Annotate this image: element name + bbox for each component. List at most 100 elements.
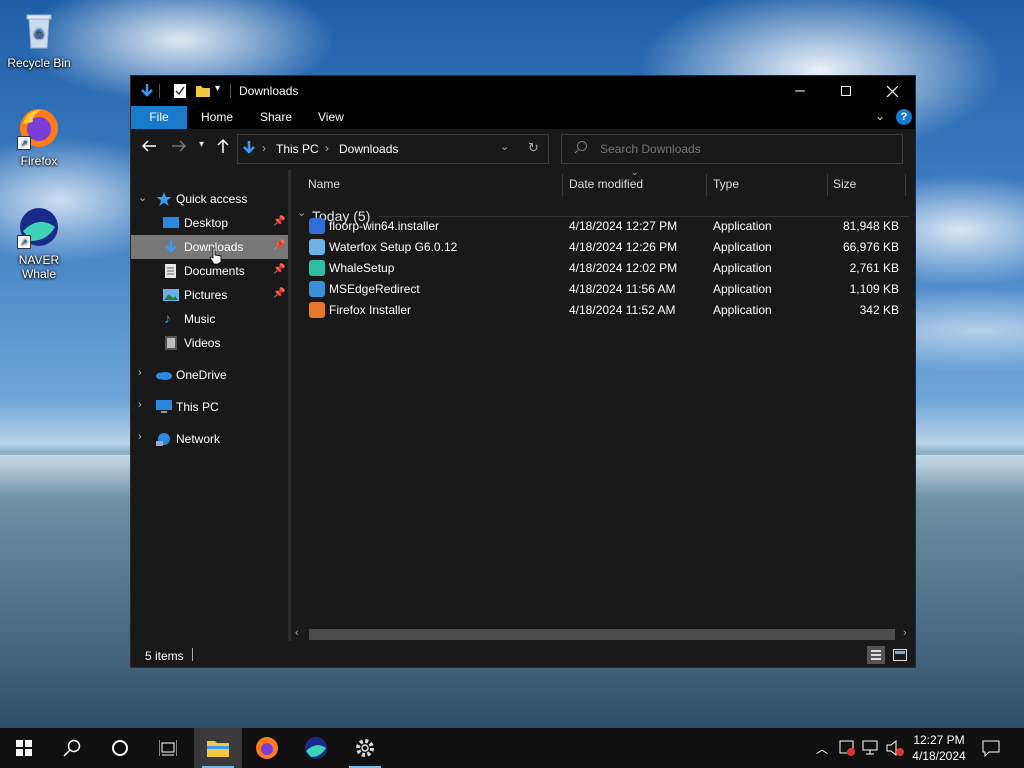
nav-onedrive[interactable]: › OneDrive: [131, 363, 288, 387]
task-view-button[interactable]: [144, 728, 192, 768]
up-button[interactable]: [216, 138, 230, 157]
large-icons-view-button[interactable]: [891, 646, 909, 664]
navigation-bar: ▾ › This PC › Downloads ⌄ ↻: [131, 129, 915, 169]
recent-locations-icon[interactable]: ▾: [199, 139, 204, 150]
customize-toolbar-icon[interactable]: ▾: [215, 83, 220, 99]
pin-icon: 📌: [273, 288, 286, 299]
file-size: 342 KB: [859, 303, 899, 317]
system-clock[interactable]: 12:27 PM 4/18/2024: [908, 732, 970, 764]
close-button[interactable]: [869, 76, 915, 106]
minimize-icon: [795, 90, 805, 92]
taskbar-file-explorer[interactable]: [194, 728, 242, 768]
search-input[interactable]: [598, 139, 892, 159]
taskbar-settings[interactable]: [341, 728, 389, 768]
start-button[interactable]: [0, 728, 48, 768]
tab-file[interactable]: File: [131, 106, 187, 129]
file-explorer-icon: [207, 741, 229, 757]
file-name: floorp-win64.installer: [329, 219, 440, 233]
application-icon: [309, 239, 325, 255]
file-type: Application: [713, 219, 772, 233]
column-header-size[interactable]: Size: [833, 170, 856, 199]
application-icon: [309, 302, 325, 318]
column-header-type[interactable]: Type: [713, 170, 739, 199]
column-separator[interactable]: [562, 174, 563, 196]
address-dropdown-icon[interactable]: ⌄: [500, 140, 509, 153]
cortana-button[interactable]: [96, 728, 144, 768]
maximize-button[interactable]: [823, 76, 869, 106]
nav-network[interactable]: › Network: [131, 427, 288, 451]
breadcrumb-downloads[interactable]: Downloads: [339, 142, 398, 156]
title-bar[interactable]: ▾ Downloads: [131, 76, 915, 106]
desktop-icon-recycle-bin[interactable]: ♻ Recycle Bin: [1, 8, 77, 70]
nav-pictures[interactable]: Pictures 📌: [131, 283, 288, 307]
application-icon: [309, 260, 325, 276]
help-icon[interactable]: ?: [896, 109, 912, 125]
network-status-icon[interactable]: [862, 739, 880, 760]
file-date-modified: 4/18/2024 12:26 PM: [569, 240, 678, 254]
desktop-icon-naver-whale[interactable]: ↗ NAVER Whale: [1, 205, 77, 281]
file-size: 81,948 KB: [842, 219, 899, 233]
search-box[interactable]: [561, 134, 903, 164]
whale-icon: [305, 737, 327, 759]
downloads-folder-icon: [139, 83, 155, 99]
refresh-icon[interactable]: ↻: [528, 140, 539, 156]
computer-icon: [155, 400, 172, 414]
file-date-modified: 4/18/2024 12:02 PM: [569, 261, 678, 275]
file-size: 2,761 KB: [849, 261, 899, 275]
new-folder-icon[interactable]: [195, 83, 211, 99]
minimize-button[interactable]: [777, 76, 823, 106]
forward-arrow-icon: [172, 140, 187, 152]
file-type: Application: [713, 303, 772, 317]
file-row[interactable]: WhaleSetup 4/18/2024 12:02 PM Application 2…: [301, 257, 911, 278]
nav-quick-access[interactable]: ⌄ Quick access: [131, 187, 288, 211]
expand-ribbon-icon[interactable]: ⌄: [875, 109, 885, 123]
column-separator[interactable]: [827, 174, 828, 196]
search-button[interactable]: [48, 728, 96, 768]
nav-desktop[interactable]: Desktop 📌: [131, 211, 288, 235]
scroll-left-icon[interactable]: ‹: [295, 627, 299, 639]
forward-button[interactable]: [171, 139, 187, 156]
security-warning-icon[interactable]: [838, 739, 856, 760]
file-type: Application: [713, 282, 772, 296]
tab-share[interactable]: Share: [260, 106, 292, 129]
taskbar-whale[interactable]: [292, 728, 340, 768]
expanded-chevron-icon[interactable]: ⌄: [138, 191, 147, 204]
file-row[interactable]: Waterfox Setup G6.0.12 4/18/2024 12:26 PM…: [301, 236, 911, 257]
nav-this-pc[interactable]: › This PC: [131, 395, 288, 419]
collapsed-chevron-icon[interactable]: ›: [138, 367, 142, 379]
file-row[interactable]: Firefox Installer 4/18/2024 11:52 AM Appli…: [301, 299, 911, 320]
column-separator[interactable]: [706, 174, 707, 196]
collapsed-chevron-icon[interactable]: ›: [138, 399, 142, 411]
up-arrow-icon: [217, 138, 229, 153]
details-view-button[interactable]: [867, 646, 885, 664]
gear-icon: [356, 739, 374, 757]
hand-cursor-icon: [209, 247, 223, 268]
column-header-name[interactable]: Name: [308, 170, 340, 199]
column-separator[interactable]: [905, 174, 906, 196]
file-row[interactable]: floorp-win64.installer 4/18/2024 12:27 PM…: [301, 215, 911, 236]
properties-icon[interactable]: [173, 83, 187, 99]
collapsed-chevron-icon[interactable]: ›: [138, 431, 142, 443]
horizontal-scrollbar[interactable]: ‹ ›: [291, 626, 915, 643]
nav-videos[interactable]: Videos: [131, 331, 288, 355]
pin-icon: 📌: [273, 264, 286, 275]
show-hidden-icons-chevron-icon[interactable]: ︿: [816, 740, 828, 757]
clock-time: 12:27 PM: [913, 733, 965, 747]
nav-music[interactable]: ♪ Music: [131, 307, 288, 331]
scroll-right-icon[interactable]: ›: [903, 627, 907, 639]
navigation-pane: ⌄ Quick access Desktop 📌 Downloads 📌 Doc…: [131, 170, 288, 641]
documents-icon: [164, 264, 180, 278]
tab-view[interactable]: View: [318, 106, 344, 129]
volume-muted-icon[interactable]: [886, 739, 904, 760]
breadcrumb-this-pc[interactable]: This PC: [276, 142, 319, 156]
tab-home[interactable]: Home: [201, 106, 233, 129]
address-bar[interactable]: › This PC › Downloads ⌄ ↻: [237, 134, 549, 164]
desktop-folder-icon: [163, 216, 179, 230]
taskbar-firefox[interactable]: [243, 728, 291, 768]
scrollbar-thumb[interactable]: [309, 629, 895, 640]
notifications-button[interactable]: [982, 739, 1000, 760]
desktop-icon-firefox[interactable]: ↗ Firefox: [1, 106, 77, 168]
task-view-icon: [159, 740, 177, 756]
file-row[interactable]: MSEdgeRedirect 4/18/2024 11:56 AM Applicat…: [301, 278, 911, 299]
back-button[interactable]: [141, 139, 157, 156]
